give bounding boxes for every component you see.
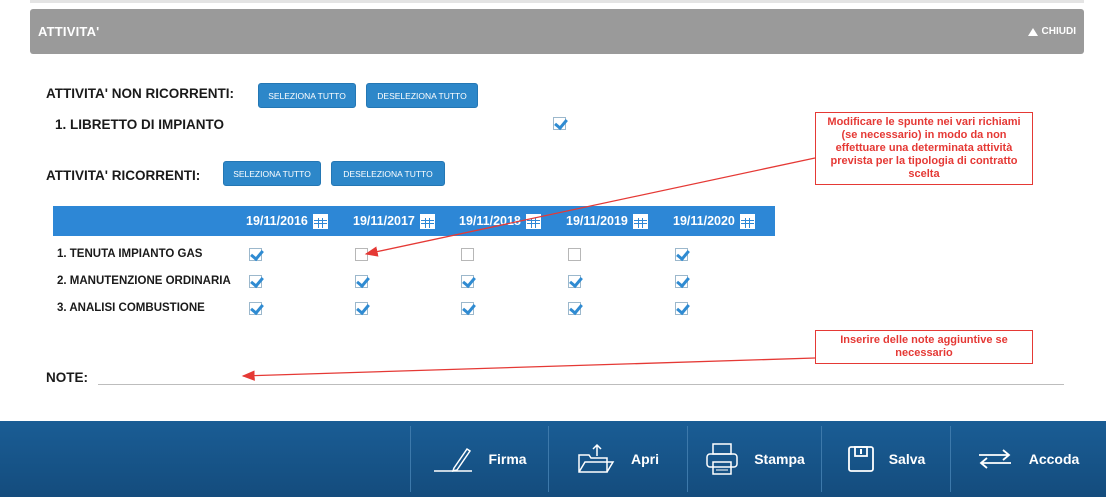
- nonrecurring-item-label: 1. LIBRETTO DI IMPIANTO: [55, 117, 225, 132]
- select-all-recurring-button[interactable]: SELEZIONA TUTTO: [223, 161, 321, 186]
- date-column-header[interactable]: 19/11/2019: [566, 206, 648, 236]
- date-column-header[interactable]: 19/11/2018: [459, 206, 541, 236]
- pen-icon: [434, 447, 473, 473]
- non-recurring-label: ATTIVITA' NON RICORRENTI:: [46, 86, 234, 101]
- activity-checkbox[interactable]: [675, 302, 688, 315]
- date-label: 19/11/2016: [246, 214, 308, 228]
- triangle-up-icon: [1027, 27, 1038, 36]
- print-button[interactable]: Stampa: [688, 421, 821, 497]
- section-title: ATTIVITA': [38, 24, 100, 39]
- sign-button[interactable]: Firma: [411, 421, 548, 497]
- activity-checkbox[interactable]: [249, 275, 262, 288]
- date-label: 19/11/2018: [459, 214, 521, 228]
- print-label: Stampa: [754, 451, 805, 467]
- printer-icon: [706, 443, 738, 475]
- date-label: 19/11/2019: [566, 214, 628, 228]
- top-divider: [30, 0, 1084, 3]
- checks-annotation: Modificare le spunte nei vari richiami (…: [815, 112, 1033, 185]
- calendar-icon[interactable]: [525, 213, 541, 229]
- activity-checkbox[interactable]: [568, 275, 581, 288]
- collapse-toggle[interactable]: CHIUDI: [1027, 26, 1076, 37]
- activity-checkbox[interactable]: [461, 302, 474, 315]
- activity-row-label: 1. TENUTA IMPIANTO GAS: [57, 248, 203, 260]
- save-label: Salva: [888, 451, 926, 467]
- swap-arrows-icon: [978, 449, 1011, 469]
- deselect-all-nonrecurring-button[interactable]: DESELEZIONA TUTTO: [366, 83, 478, 108]
- activity-checkbox[interactable]: [249, 248, 262, 261]
- collapse-label: CHIUDI: [1041, 26, 1076, 37]
- activity-checkbox[interactable]: [675, 275, 688, 288]
- section-header[interactable]: ATTIVITA' CHIUDI: [30, 9, 1084, 54]
- sign-label: Firma: [488, 451, 527, 467]
- activity-checkbox[interactable]: [568, 302, 581, 315]
- deselect-all-recurring-button[interactable]: DESELEZIONA TUTTO: [331, 161, 445, 186]
- activity-checkbox[interactable]: [675, 248, 688, 261]
- calendar-icon[interactable]: [739, 213, 755, 229]
- note-label: NOTE:: [46, 370, 88, 385]
- date-column-header[interactable]: 19/11/2020: [673, 206, 755, 236]
- notes-annotation: Inserire delle note aggiuntive se necess…: [815, 330, 1033, 364]
- activity-row-label: 3. ANALISI COMBUSTIONE: [57, 302, 205, 314]
- libretto-checkbox[interactable]: [553, 117, 566, 130]
- activity-checkbox[interactable]: [461, 248, 474, 261]
- date-label: 19/11/2020: [673, 214, 735, 228]
- select-all-nonrecurring-button[interactable]: SELEZIONA TUTTO: [258, 83, 356, 108]
- calendar-icon[interactable]: [419, 213, 435, 229]
- date-label: 19/11/2017: [353, 214, 415, 228]
- activity-checkbox[interactable]: [249, 302, 262, 315]
- floppy-disk-icon: [847, 446, 874, 472]
- activity-checkbox[interactable]: [355, 248, 368, 261]
- activity-checkbox[interactable]: [568, 248, 581, 261]
- open-label: Apri: [631, 451, 659, 467]
- date-column-header[interactable]: 19/11/2016: [246, 206, 328, 236]
- activity-checkbox[interactable]: [355, 302, 368, 315]
- open-folder-icon: [578, 443, 615, 473]
- calendar-icon[interactable]: [632, 213, 648, 229]
- calendar-icon[interactable]: [312, 213, 328, 229]
- queue-label: Accoda: [1028, 451, 1080, 467]
- arrow-to-note: [241, 357, 816, 381]
- open-button[interactable]: Apri: [549, 421, 687, 497]
- activity-row-label: 2. MANUTENZIONE ORDINARIA: [57, 275, 231, 287]
- date-column-header[interactable]: 19/11/2017: [353, 206, 435, 236]
- note-input[interactable]: [98, 384, 1064, 385]
- activity-checkbox[interactable]: [355, 275, 368, 288]
- queue-button[interactable]: Accoda: [951, 421, 1103, 497]
- recurring-label: ATTIVITA' RICORRENTI:: [46, 168, 201, 183]
- save-button[interactable]: Salva: [822, 421, 950, 497]
- activity-checkbox[interactable]: [461, 275, 474, 288]
